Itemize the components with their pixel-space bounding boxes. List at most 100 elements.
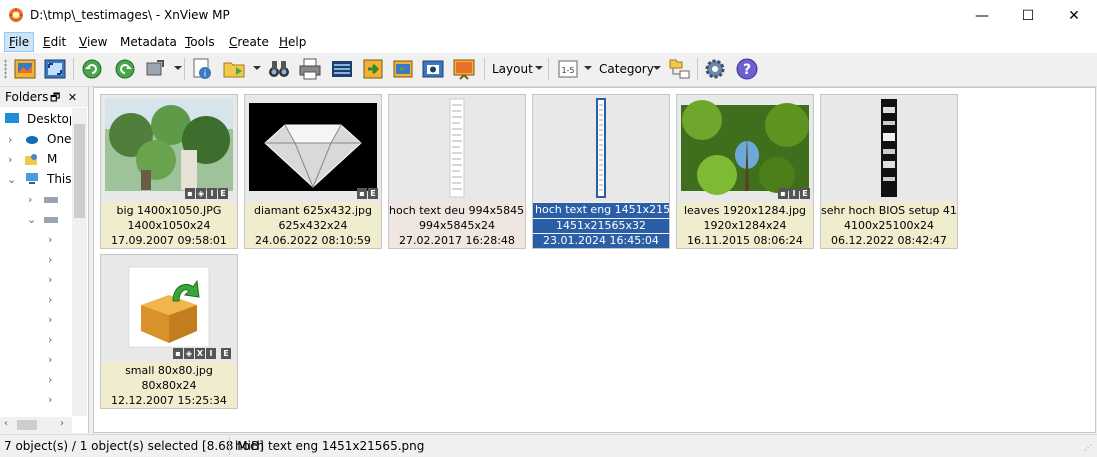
metadata-badges: ▪ I E	[778, 188, 810, 199]
layout-dropdown-icon[interactable]	[535, 66, 543, 70]
transform-dropdown-icon[interactable]	[174, 66, 182, 70]
xmp-badge-icon: X	[195, 348, 205, 359]
chevron-right-icon[interactable]: ›	[48, 273, 52, 286]
tree-item-drive[interactable]: ›	[0, 189, 72, 209]
rotate-left-icon[interactable]	[80, 57, 104, 81]
capture-icon[interactable]	[421, 57, 445, 81]
fullscreen-icon[interactable]	[43, 57, 67, 81]
scanner-icon[interactable]	[330, 57, 354, 81]
tree-item-desktop[interactable]: Desktop	[0, 109, 72, 129]
menu-edit[interactable]: Edit	[39, 33, 70, 51]
open-folder-icon[interactable]	[222, 57, 246, 81]
layout-menu-button[interactable]: Layout	[492, 62, 533, 76]
folders-vertical-scrollbar[interactable]	[72, 108, 87, 416]
chevron-right-icon[interactable]: ›	[48, 253, 52, 266]
thumbnail-item[interactable]: ▪ I E leaves 1920x1284.jpg 1920x1284x24 …	[676, 94, 814, 249]
iptc-badge-icon: I	[206, 348, 216, 359]
scroll-right-icon[interactable]: ›	[60, 418, 64, 429]
thumbnail-browser[interactable]: ▪ ◈ I E big 1400x1050.JPG 1400x1050x24 1…	[93, 87, 1096, 433]
chevron-right-icon[interactable]: ›	[48, 333, 52, 346]
menu-view[interactable]: View	[75, 33, 111, 51]
menu-file[interactable]: File	[4, 32, 35, 52]
chevron-right-icon[interactable]: ›	[8, 133, 12, 146]
thumbnail-image-package	[128, 266, 210, 348]
resize-grip-icon[interactable]: ⋰	[1084, 443, 1092, 452]
thumbnail-dimensions: 994x5845x24	[418, 219, 495, 232]
browser-icon[interactable]	[13, 57, 37, 81]
toolbar-separator	[73, 58, 74, 80]
thumbnail-info: leaves 1920x1284.jpg 1920x1284x24 16.11.…	[677, 202, 813, 248]
tree-item-folder[interactable]: ›	[0, 349, 72, 369]
tree-item-folder[interactable]: ›	[0, 369, 72, 389]
tree-item-folder[interactable]: ›	[0, 269, 72, 289]
chevron-right-icon[interactable]: ›	[48, 233, 52, 246]
computer-icon	[26, 173, 38, 184]
chevron-right-icon[interactable]: ›	[28, 193, 32, 206]
tree-item-folder[interactable]: ›	[0, 329, 72, 349]
folders-panel: Folders 🗗 ✕ Desktop › One › M ⌄ This › ⌄…	[0, 87, 89, 433]
tree-item-this-pc[interactable]: ⌄ This	[0, 169, 72, 189]
thumbnail-item-selected[interactable]: hoch text eng 1451x2156... 1451x21565x32…	[532, 94, 670, 249]
toolbar-separator	[484, 58, 485, 80]
chevron-right-icon[interactable]: ›	[48, 373, 52, 386]
tree-item-folder[interactable]: ›	[0, 289, 72, 309]
tree-item-onedrive[interactable]: › One	[0, 129, 72, 149]
category-filter-icon[interactable]: 1-5	[556, 57, 580, 81]
scroll-left-icon[interactable]: ‹	[4, 418, 8, 429]
properties-icon[interactable]: i	[190, 57, 214, 81]
chevron-right-icon[interactable]: ›	[48, 313, 52, 326]
menu-file-label: ile	[15, 35, 30, 49]
category-menu-button[interactable]: Category	[599, 62, 654, 76]
undock-icon[interactable]: 🗗	[50, 91, 60, 104]
help-icon[interactable]: ?	[735, 57, 759, 81]
tree-item-folder[interactable]: ›	[0, 309, 72, 329]
transform-icon[interactable]	[143, 57, 167, 81]
chevron-right-icon[interactable]: ›	[48, 353, 52, 366]
toolbar-grip[interactable]	[4, 59, 7, 79]
category-filter-dropdown-icon[interactable]	[584, 66, 592, 70]
maximize-button[interactable]: ☐	[1005, 0, 1051, 31]
tree-item-folder[interactable]: ›	[0, 249, 72, 269]
category-dropdown-icon[interactable]	[653, 66, 661, 70]
chevron-down-icon[interactable]: ⌄	[27, 213, 36, 226]
menu-help[interactable]: Help	[275, 33, 310, 51]
panel-close-icon[interactable]: ✕	[68, 91, 77, 104]
scrollbar-thumb[interactable]	[17, 420, 37, 430]
tree-item-drive[interactable]: ⌄	[0, 209, 72, 229]
thumbnail-dimensions: 1451x21565x32	[533, 219, 669, 233]
folders-horizontal-scrollbar[interactable]: ‹ ›	[0, 417, 72, 433]
chevron-right-icon[interactable]: ›	[48, 293, 52, 306]
menu-metadata[interactable]: Metadata	[116, 33, 181, 51]
chevron-down-icon[interactable]: ⌄	[7, 173, 16, 186]
menu-tools[interactable]: Tools	[181, 33, 219, 51]
convert-icon[interactable]	[361, 57, 385, 81]
batch-rename-icon[interactable]	[391, 57, 415, 81]
thumbnail-item[interactable]: ▪ ◈ X I E small 80x80.jpg 80x80x24 12.12…	[100, 254, 238, 409]
print-icon[interactable]	[298, 57, 322, 81]
rotate-right-icon[interactable]	[113, 57, 137, 81]
thumbnail-filename: small 80x80.jpg	[125, 364, 213, 377]
thumbnail-item[interactable]: sehr hoch BIOS setup 41... 4100x25100x24…	[820, 94, 958, 249]
tree-item-label: This	[47, 172, 72, 186]
svg-text:?: ?	[743, 62, 751, 78]
thumbnail-item[interactable]: hoch text deu 994x5845.... 994x5845x24 2…	[388, 94, 526, 249]
user-folder-icon	[25, 154, 37, 165]
open-dropdown-icon[interactable]	[253, 66, 261, 70]
tree-item-user[interactable]: › M	[0, 149, 72, 169]
file-badge-icon: ▪	[185, 188, 195, 199]
chevron-right-icon[interactable]: ›	[8, 153, 12, 166]
thumbnail-item[interactable]: ▪ E diamant 625x432.jpg 625x432x24 24.06…	[244, 94, 382, 249]
tree-item-folder[interactable]: ›	[0, 229, 72, 249]
tree-item-folder[interactable]: ›	[0, 389, 72, 409]
scrollbar-thumb[interactable]	[74, 124, 85, 218]
maximize-icon: ☐	[1021, 7, 1035, 24]
settings-gear-icon[interactable]	[703, 57, 727, 81]
slideshow-icon[interactable]	[452, 57, 476, 81]
folder-tree-icon[interactable]	[667, 57, 691, 81]
thumbnail-item[interactable]: ▪ ◈ I E big 1400x1050.JPG 1400x1050x24 1…	[100, 94, 238, 249]
binoculars-icon[interactable]	[267, 57, 291, 81]
chevron-right-icon[interactable]: ›	[48, 393, 52, 406]
menu-create[interactable]: Create	[225, 33, 273, 51]
minimize-button[interactable]: —	[959, 0, 1005, 31]
close-button[interactable]: ✕	[1051, 0, 1097, 31]
